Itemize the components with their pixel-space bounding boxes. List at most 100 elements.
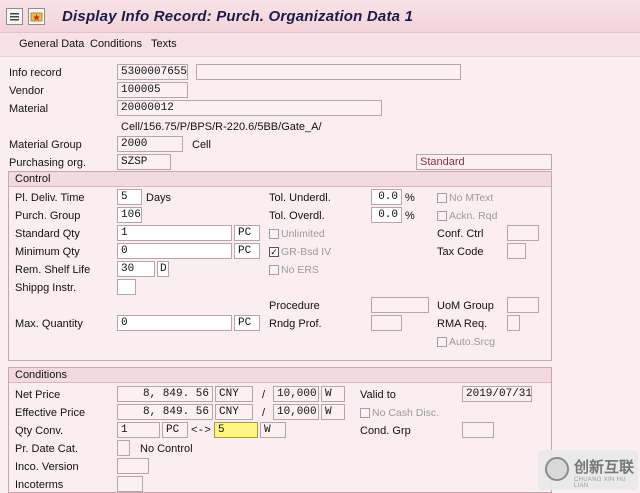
auto-srcg-label: Auto.Srcg [449, 336, 496, 348]
watermark-subtext: CHUANG XIN HU LIAN [574, 477, 626, 489]
minimum-qty-field[interactable]: 0 [117, 243, 232, 259]
valid-to-field[interactable]: 2019/07/31 [462, 386, 532, 402]
ackn-rqd-checkbox[interactable] [437, 211, 447, 221]
net-price-label: Net Price [15, 389, 61, 401]
tol-underdl-field[interactable]: 0.0 [371, 189, 402, 205]
rma-req-field[interactable] [507, 315, 520, 331]
purchasing-org-field[interactable]: SZSP [117, 154, 171, 170]
qty-conv-label: Qty Conv. [15, 425, 64, 437]
qty-conv-to-field[interactable]: 5 [214, 422, 258, 438]
standard-qty-field[interactable]: 1 [117, 225, 232, 241]
shipping-instr-field[interactable] [117, 279, 136, 295]
effective-price-unit-field[interactable]: W [321, 404, 345, 420]
favorites-folder-icon[interactable] [28, 8, 45, 25]
material-group-field[interactable]: 2000 [117, 136, 183, 152]
pl-deliv-time-field[interactable]: 5 [117, 189, 142, 205]
minimum-qty-label: Minimum Qty [15, 246, 80, 258]
minimum-qty-unit-field[interactable]: PC [234, 243, 260, 259]
purchasing-org-label: Purchasing org. [9, 157, 87, 169]
info-record-field[interactable]: 5300007655 [117, 64, 188, 80]
max-quantity-field[interactable]: 0 [117, 315, 232, 331]
info-category-field[interactable]: Standard [416, 154, 552, 170]
rndg-prof-field[interactable] [371, 315, 402, 331]
no-mtext-label: No MText [449, 192, 494, 204]
tax-code-label: Tax Code [437, 246, 484, 258]
incoterms-field[interactable] [117, 476, 143, 492]
rem-shelf-life-label: Rem. Shelf Life [15, 264, 91, 276]
gr-bsd-iv-label: GR-Bsd IV [281, 246, 332, 258]
unlimited-label: Unlimited [281, 228, 325, 240]
material-label: Material [9, 103, 49, 115]
conf-ctrl-field[interactable] [507, 225, 539, 241]
standard-qty-unit-field[interactable]: PC [234, 225, 260, 241]
net-price-currency-field[interactable]: CNY [215, 386, 253, 402]
gr-bsd-iv-checkbox[interactable]: ✓ [269, 247, 279, 257]
qty-conv-arrow: <-> [191, 425, 211, 437]
watermark-text: 创新互联 [574, 458, 635, 476]
net-price-slash: / [262, 389, 266, 401]
tol-overdl-label: Tol. Overdl. [269, 210, 325, 222]
rma-req-label: RMA Req. [437, 318, 488, 330]
no-mtext-checkbox[interactable] [437, 193, 447, 203]
procedure-field[interactable] [371, 297, 429, 313]
max-quantity-unit-field[interactable]: PC [234, 315, 260, 331]
auto-srcg-checkbox[interactable] [437, 337, 447, 347]
incoterms-label: Incoterms [15, 479, 64, 491]
purch-group-field[interactable]: 106 [117, 207, 142, 223]
max-quantity-label: Max. Quantity [15, 318, 83, 330]
net-price-field[interactable]: 8, 849. 56 [117, 386, 213, 402]
pl-deliv-time-label: Pl. Deliv. Time [15, 192, 85, 204]
qty-conv-from-field[interactable]: 1 [117, 422, 160, 438]
procedure-label: Procedure [269, 300, 320, 312]
info-record-label: Info record [9, 67, 62, 79]
tol-underdl-percent: % [405, 192, 415, 204]
no-cash-disc-label: No Cash Disc. [372, 407, 440, 419]
pr-date-cat-label: Pr. Date Cat. [15, 443, 78, 455]
info-record-text-field[interactable] [196, 64, 461, 80]
material-group-description: Cell [192, 139, 211, 151]
vendor-field[interactable]: 100005 [117, 82, 188, 98]
effective-price-currency-field[interactable]: CNY [215, 404, 253, 420]
pr-date-cat-description: No Control [140, 443, 193, 455]
standard-qty-label: Standard Qty [15, 228, 80, 240]
material-description: Cell/156.75/P/BPS/R-220.6/5BB/Gate_A/ [121, 121, 322, 133]
conditions-button[interactable]: Conditions [90, 38, 142, 50]
no-cash-disc-checkbox[interactable] [360, 408, 370, 418]
conditions-group-title: Conditions [9, 368, 551, 383]
inco-version-label: Inco. Version [15, 461, 79, 473]
texts-button[interactable]: Texts [151, 38, 177, 50]
qty-conv-from-unit-field[interactable]: PC [162, 422, 188, 438]
menu-icon[interactable] [6, 8, 23, 25]
window-title: Display Info Record: Purch. Organization… [62, 8, 414, 25]
purch-group-label: Purch. Group [15, 210, 81, 222]
tax-code-field[interactable] [507, 243, 526, 259]
material-field[interactable]: 20000012 [117, 100, 382, 116]
tol-underdl-label: Tol. Underdl. [269, 192, 331, 204]
qty-conv-to-unit-field[interactable]: W [260, 422, 286, 438]
watermark-logo-icon [545, 457, 569, 481]
shipping-instr-label: Shippg Instr. [15, 282, 77, 294]
general-data-button[interactable]: General Data [19, 38, 84, 50]
effective-price-label: Effective Price [15, 407, 86, 419]
cond-grp-label: Cond. Grp [360, 425, 411, 437]
no-ers-checkbox[interactable] [269, 265, 279, 275]
effective-price-field[interactable]: 8, 849. 56 [117, 404, 213, 420]
control-group-title: Control [9, 172, 551, 187]
material-group-label: Material Group [9, 139, 82, 151]
effective-price-per-field[interactable]: 10,000 [273, 404, 319, 420]
inco-version-field[interactable] [117, 458, 149, 474]
uom-group-field[interactable] [507, 297, 539, 313]
uom-group-label: UoM Group [437, 300, 494, 312]
rem-shelf-life-field[interactable]: 30 [117, 261, 155, 277]
rem-shelf-life-unit-field[interactable]: D [157, 261, 169, 277]
tol-overdl-field[interactable]: 0.0 [371, 207, 402, 223]
pr-date-cat-field[interactable] [117, 440, 130, 456]
valid-to-label: Valid to [360, 389, 396, 401]
net-price-unit-field[interactable]: W [321, 386, 345, 402]
unlimited-checkbox[interactable] [269, 229, 279, 239]
no-ers-label: No ERS [281, 264, 319, 276]
rndg-prof-label: Rndg Prof. [269, 318, 322, 330]
conf-ctrl-label: Conf. Ctrl [437, 228, 484, 240]
cond-grp-field[interactable] [462, 422, 494, 438]
net-price-per-field[interactable]: 10,000 [273, 386, 319, 402]
